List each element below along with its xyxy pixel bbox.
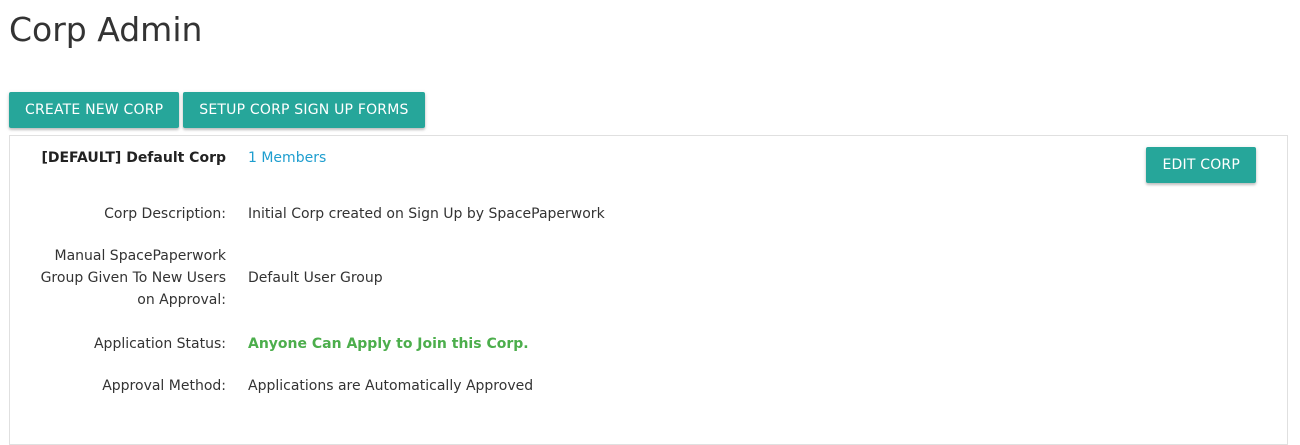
toolbar: CREATE NEW CORP SETUP CORP SIGN UP FORMS [9,92,425,128]
corp-description-value: Initial Corp created on Sign Up by Space… [248,206,605,222]
members-link[interactable]: 1 Members [248,150,326,166]
group-row: Manual SpacePaperwork Group Given To New… [10,245,383,311]
application-status-value: Anyone Can Apply to Join this Corp. [248,336,529,352]
group-label-line1: Manual SpacePaperwork [54,248,226,264]
approval-method-row: Approval Method: Applications are Automa… [10,375,533,397]
group-label-line3: on Approval: [137,292,226,308]
edit-corp-button[interactable]: EDIT CORP [1146,147,1256,183]
corp-header-row: [DEFAULT] Default Corp 1 Members [10,147,326,169]
group-label: Manual SpacePaperwork Group Given To New… [10,245,226,311]
corp-description-label: Corp Description: [104,206,226,222]
application-status-row: Application Status: Anyone Can Apply to … [10,333,529,355]
group-value: Default User Group [248,270,383,286]
page-title: Corp Admin [9,10,203,49]
corp-name: [DEFAULT] Default Corp [41,150,226,166]
corp-card: EDIT CORP [DEFAULT] Default Corp 1 Membe… [9,135,1288,445]
corp-description-row: Corp Description: Initial Corp created o… [10,203,605,225]
approval-method-label: Approval Method: [102,378,226,394]
setup-corp-signup-forms-button[interactable]: SETUP CORP SIGN UP FORMS [183,92,425,128]
create-new-corp-button[interactable]: CREATE NEW CORP [9,92,180,128]
approval-method-value: Applications are Automatically Approved [248,378,534,394]
group-label-line2: Group Given To New Users [40,270,226,286]
application-status-label: Application Status: [93,336,226,352]
